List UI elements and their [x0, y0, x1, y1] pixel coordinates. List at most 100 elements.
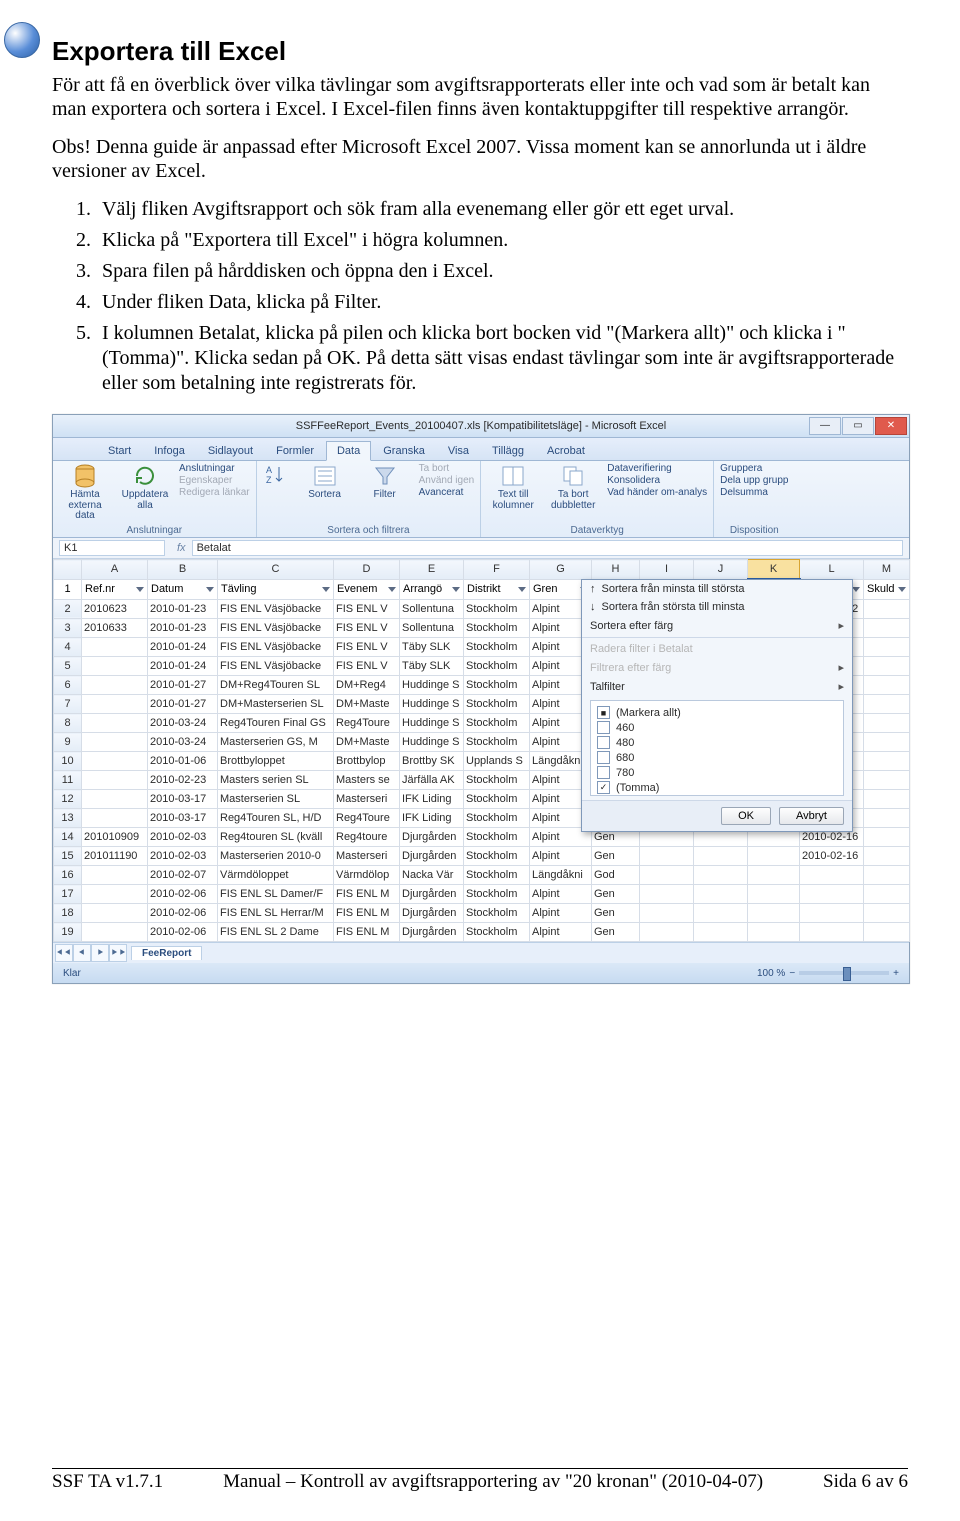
tab-granska[interactable]: Granska: [372, 441, 436, 460]
cell[interactable]: FIS ENL M: [334, 923, 400, 942]
cell[interactable]: Stockholm: [464, 599, 530, 619]
cell[interactable]: [864, 809, 910, 828]
cell[interactable]: FIS ENL Väsjöbacke: [218, 638, 334, 657]
cell[interactable]: Brottbyloppet: [218, 752, 334, 771]
row-header[interactable]: 19: [54, 923, 82, 942]
cell[interactable]: [82, 638, 148, 657]
zoom-control[interactable]: 100 % −+: [757, 968, 899, 979]
cell[interactable]: FIS ENL SL Damer/F: [218, 885, 334, 904]
col-header-C[interactable]: C: [218, 560, 334, 580]
cell[interactable]: Stockholm: [464, 790, 530, 809]
sort-asc-item[interactable]: ↑ Sortera från minsta till största: [582, 580, 852, 598]
field-header[interactable]: Datum: [148, 579, 218, 599]
cell[interactable]: 2010-02-03: [148, 847, 218, 866]
cell[interactable]: [864, 657, 910, 676]
cell[interactable]: [82, 790, 148, 809]
cell[interactable]: [694, 904, 748, 923]
filter-option[interactable]: 780: [597, 765, 837, 780]
cell[interactable]: [82, 733, 148, 752]
filter-button[interactable]: Filter: [359, 463, 411, 501]
ta-bort-dubbletter-button[interactable]: Ta bort dubbletter: [547, 463, 599, 511]
row-header[interactable]: 9: [54, 733, 82, 752]
cell[interactable]: 2010-01-06: [148, 752, 218, 771]
cell[interactable]: Masterseri: [334, 790, 400, 809]
cell[interactable]: [800, 923, 864, 942]
dela-upp-grupp-link[interactable]: Dela upp grupp: [720, 475, 788, 486]
cell[interactable]: [640, 847, 694, 866]
sheet-tab-feereport[interactable]: FeeReport: [131, 946, 202, 960]
row-header[interactable]: 14: [54, 828, 82, 847]
delsumma-link[interactable]: Delsumma: [720, 487, 788, 498]
cell[interactable]: Stockholm: [464, 923, 530, 942]
row-header[interactable]: 4: [54, 638, 82, 657]
cell[interactable]: [82, 714, 148, 733]
cell[interactable]: [748, 866, 800, 885]
field-header[interactable]: Tävling: [218, 579, 334, 599]
field-header[interactable]: Skuld: [864, 579, 910, 599]
col-header-D[interactable]: D: [334, 560, 400, 580]
cell[interactable]: Huddinge S: [400, 733, 464, 752]
cell[interactable]: Masterseri: [334, 847, 400, 866]
filter-values-list[interactable]: ■(Markera allt)460480680780✓(Tomma): [590, 700, 844, 796]
row-header[interactable]: 5: [54, 657, 82, 676]
cell[interactable]: [864, 866, 910, 885]
cell[interactable]: Reg4Toure: [334, 809, 400, 828]
cell[interactable]: 2010-02-06: [148, 923, 218, 942]
cell[interactable]: 2010-02-03: [148, 828, 218, 847]
cell[interactable]: Stockholm: [464, 619, 530, 638]
field-header[interactable]: Evenem: [334, 579, 400, 599]
cell[interactable]: [694, 847, 748, 866]
row-header[interactable]: 11: [54, 771, 82, 790]
cell[interactable]: Reg4toure: [334, 828, 400, 847]
cell[interactable]: Masterserien 2010-0: [218, 847, 334, 866]
cell[interactable]: Gen: [592, 847, 640, 866]
cell[interactable]: Gen: [592, 885, 640, 904]
cell[interactable]: Stockholm: [464, 771, 530, 790]
cell[interactable]: Stockholm: [464, 847, 530, 866]
cell[interactable]: [864, 904, 910, 923]
cell[interactable]: Brottbylop: [334, 752, 400, 771]
cell[interactable]: 2010-02-06: [148, 904, 218, 923]
row-header[interactable]: 12: [54, 790, 82, 809]
cell[interactable]: Masterserien SL: [218, 790, 334, 809]
cell[interactable]: [82, 752, 148, 771]
uppdatera-alla-button[interactable]: Uppdatera alla: [119, 463, 171, 511]
cell[interactable]: Stockholm: [464, 657, 530, 676]
cell[interactable]: [800, 904, 864, 923]
fx-icon[interactable]: fx: [171, 542, 192, 554]
cell[interactable]: [748, 847, 800, 866]
cell[interactable]: Stockholm: [464, 695, 530, 714]
cell[interactable]: DM+Reg4: [334, 676, 400, 695]
row-header[interactable]: 2: [54, 599, 82, 619]
cell[interactable]: 2010-03-24: [148, 733, 218, 752]
cell[interactable]: Alpint: [530, 904, 592, 923]
cell[interactable]: [694, 885, 748, 904]
cell[interactable]: Masterserien GS, M: [218, 733, 334, 752]
vad-hander-link[interactable]: Vad händer om-analys: [607, 487, 707, 498]
cell[interactable]: Huddinge S: [400, 676, 464, 695]
checkbox-icon[interactable]: [597, 766, 610, 779]
cell[interactable]: [864, 638, 910, 657]
tab-data[interactable]: Data: [326, 441, 371, 461]
cell[interactable]: Djurgården: [400, 847, 464, 866]
sort-asc-button[interactable]: AZ: [263, 463, 291, 490]
row-header[interactable]: 6: [54, 676, 82, 695]
cell[interactable]: 2010-01-23: [148, 619, 218, 638]
cell[interactable]: Brottby SK: [400, 752, 464, 771]
name-box[interactable]: K1: [59, 540, 165, 556]
gruppera-link[interactable]: Gruppera: [720, 463, 788, 474]
cell[interactable]: 2010-03-17: [148, 809, 218, 828]
cell[interactable]: FIS ENL V: [334, 599, 400, 619]
cell[interactable]: [694, 866, 748, 885]
text-till-kolumner-button[interactable]: Text till kolumner: [487, 463, 539, 511]
row-header[interactable]: 13: [54, 809, 82, 828]
dataverifiering-link[interactable]: Dataverifiering: [607, 463, 707, 474]
cell[interactable]: 2010633: [82, 619, 148, 638]
cell[interactable]: [748, 904, 800, 923]
cell[interactable]: FIS ENL V: [334, 619, 400, 638]
col-header-A[interactable]: A: [82, 560, 148, 580]
cell[interactable]: DM+Maste: [334, 695, 400, 714]
filter-option[interactable]: 460: [597, 720, 837, 735]
sort-color-item[interactable]: Sortera efter färg▸: [582, 616, 852, 635]
field-header[interactable]: Arrangö: [400, 579, 464, 599]
